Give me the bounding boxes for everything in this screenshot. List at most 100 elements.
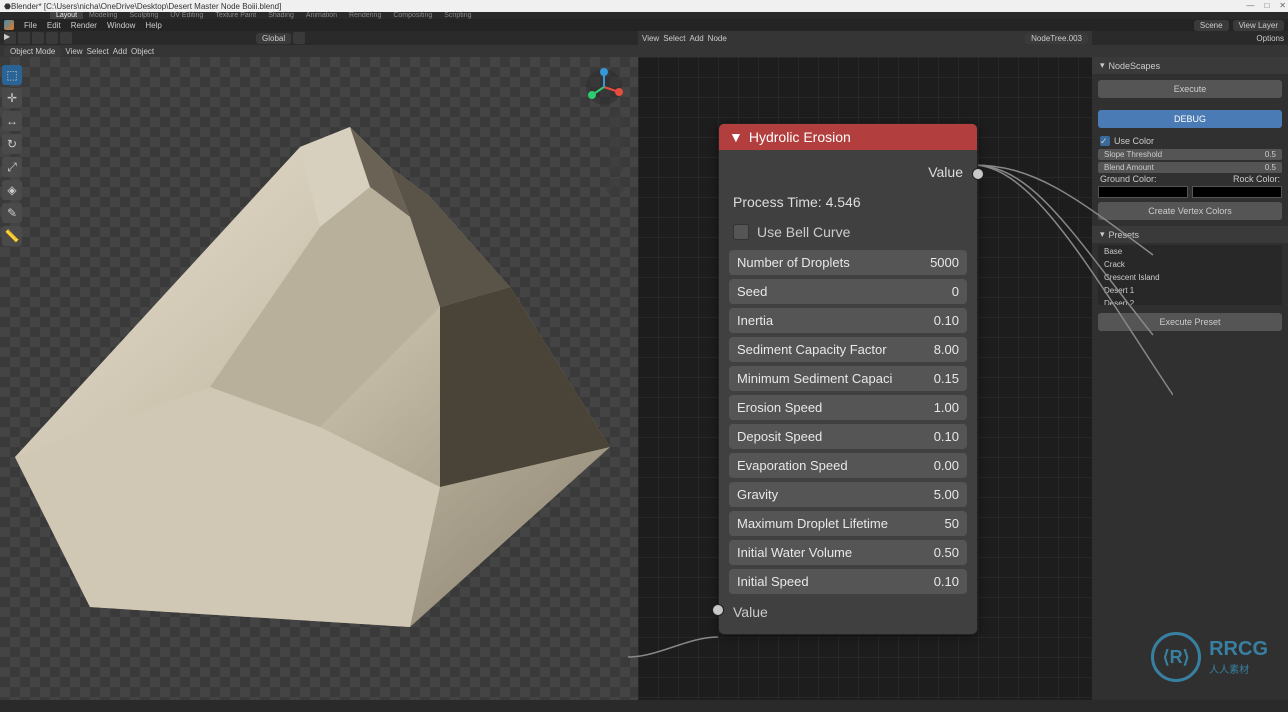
- checkbox-icon[interactable]: [733, 224, 749, 240]
- panel-header-nodescapes[interactable]: ▾ NodeScapes: [1092, 57, 1288, 74]
- window-title: Blender* [C:\Users\nicha\OneDrive\Deskto…: [11, 2, 281, 11]
- tool-btn-2[interactable]: [18, 32, 30, 44]
- perspective-icon[interactable]: [606, 178, 624, 196]
- chevron-down-icon: ▼: [729, 129, 743, 145]
- pan-icon[interactable]: [606, 134, 624, 152]
- input-socket[interactable]: [712, 604, 724, 616]
- rock-color-swatch[interactable]: [1192, 186, 1282, 198]
- chevron-down-icon: ▾: [1100, 60, 1105, 71]
- workspace-tab-texturepaint[interactable]: Texture Paint: [209, 12, 262, 19]
- chevron-down-icon: ▾: [1100, 229, 1105, 240]
- ground-color-swatch[interactable]: [1098, 186, 1188, 198]
- window-titlebar: ⬣ Blender* [C:\Users\nicha\OneDrive\Desk…: [0, 0, 1288, 12]
- tool-btn-5[interactable]: [60, 32, 72, 44]
- preset-base[interactable]: Base: [1098, 245, 1282, 258]
- menubar: File Edit Render Window Help Scene View …: [0, 19, 1288, 31]
- node-menu-view[interactable]: View: [642, 34, 659, 43]
- param-erosion-speed[interactable]: Erosion Speed1.00: [729, 395, 967, 420]
- navigation-gizmo[interactable]: [584, 67, 624, 107]
- tool-btn-3[interactable]: [32, 32, 44, 44]
- workspace-tab-sculpting[interactable]: Sculpting: [123, 12, 164, 19]
- watermark-sub: 人人素材: [1209, 661, 1268, 676]
- rock-color-label: Rock Color:: [1233, 174, 1280, 184]
- viewport-menu-view[interactable]: View: [65, 47, 82, 56]
- preset-list[interactable]: Base Crack Crescent Island Desert 1 Dese…: [1098, 245, 1282, 305]
- workspace-tab-modeling[interactable]: Modeling: [83, 12, 123, 19]
- output-socket[interactable]: [972, 168, 984, 180]
- workspace-tab-scripting[interactable]: Scripting: [438, 12, 477, 19]
- checkbox-icon[interactable]: ✓: [1100, 136, 1110, 146]
- snap-icon[interactable]: [293, 32, 305, 44]
- param-deposit-speed[interactable]: Deposit Speed0.10: [729, 424, 967, 449]
- select-tool[interactable]: ⬚: [2, 65, 22, 85]
- mode-select[interactable]: Object Mode: [4, 46, 61, 57]
- node-wire-in: [628, 627, 728, 667]
- slope-threshold-slider[interactable]: Slope Threshold0.5: [1098, 149, 1282, 160]
- viewport-menu-select[interactable]: Select: [87, 47, 109, 56]
- preset-crack[interactable]: Crack: [1098, 258, 1282, 271]
- node-title[interactable]: ▼ Hydrolic Erosion: [719, 124, 977, 150]
- node-input-value: Value: [719, 598, 977, 626]
- param-min-sediment[interactable]: Minimum Sediment Capaci0.15: [729, 366, 967, 391]
- ground-color-label: Ground Color:: [1100, 174, 1157, 184]
- orientation-select[interactable]: Global: [256, 33, 291, 44]
- node-menu-node[interactable]: Node: [708, 34, 727, 43]
- node-hydrolic-erosion[interactable]: ▼ Hydrolic Erosion Value Process Time: 4…: [718, 123, 978, 635]
- cursor-tool-icon[interactable]: ▶: [4, 32, 16, 44]
- use-bell-curve-check[interactable]: Use Bell Curve: [719, 218, 977, 246]
- zoom-icon[interactable]: [606, 112, 624, 130]
- maximize-button[interactable]: □: [1264, 1, 1269, 10]
- workspace-tab-rendering[interactable]: Rendering: [343, 12, 387, 19]
- param-inertia[interactable]: Inertia0.10: [729, 308, 967, 333]
- param-gravity[interactable]: Gravity5.00: [729, 482, 967, 507]
- workspace-tab-shading[interactable]: Shading: [262, 12, 300, 19]
- param-seed[interactable]: Seed0: [729, 279, 967, 304]
- nodetree-selector[interactable]: NodeTree.003: [1025, 33, 1088, 44]
- param-sediment-capacity[interactable]: Sediment Capacity Factor8.00: [729, 337, 967, 362]
- close-button[interactable]: ✕: [1279, 1, 1286, 10]
- blender-icon: ⬣: [4, 2, 11, 11]
- menu-file[interactable]: File: [20, 21, 41, 30]
- param-initial-speed[interactable]: Initial Speed0.10: [729, 569, 967, 594]
- workspace-tab-animation[interactable]: Animation: [300, 12, 343, 19]
- cursor-tool[interactable]: ✛: [2, 88, 22, 108]
- workspace-tabs: Layout Modeling Sculpting UV Editing Tex…: [0, 12, 1288, 19]
- terrain-mesh: [10, 107, 620, 647]
- statusbar: [0, 700, 1288, 712]
- menu-edit[interactable]: Edit: [43, 21, 65, 30]
- blend-amount-slider[interactable]: Blend Amount0.5: [1098, 162, 1282, 173]
- param-droplets[interactable]: Number of Droplets5000: [729, 250, 967, 275]
- param-max-lifetime[interactable]: Maximum Droplet Lifetime50: [729, 511, 967, 536]
- debug-button[interactable]: DEBUG: [1098, 110, 1282, 128]
- tool-btn-4[interactable]: [46, 32, 58, 44]
- execute-button[interactable]: Execute: [1098, 80, 1282, 98]
- create-vertex-colors-button[interactable]: Create Vertex Colors: [1098, 202, 1282, 220]
- use-color-check[interactable]: ✓ Use Color: [1092, 134, 1288, 148]
- param-evaporation-speed[interactable]: Evaporation Speed0.00: [729, 453, 967, 478]
- execute-preset-button[interactable]: Execute Preset: [1098, 313, 1282, 331]
- preset-crescent[interactable]: Crescent Island: [1098, 271, 1282, 284]
- node-output-value: Value: [719, 158, 977, 186]
- menu-help[interactable]: Help: [141, 21, 165, 30]
- menu-render[interactable]: Render: [67, 21, 101, 30]
- 3d-viewport[interactable]: ⬚ ✛ ↔ ↻ ⤢ ◈ ✎ 📏: [0, 57, 638, 712]
- viewlayer-selector[interactable]: View Layer: [1233, 20, 1284, 31]
- viewport-menu-add[interactable]: Add: [113, 47, 127, 56]
- workspace-tab-uvediting[interactable]: UV Editing: [164, 12, 209, 19]
- panel-header-presets[interactable]: ▾ Presets: [1092, 226, 1288, 243]
- node-editor[interactable]: View Select Add Node NodeTree.003 ▼ Hydr…: [638, 57, 1092, 712]
- node-menu-select[interactable]: Select: [663, 34, 685, 43]
- workspace-tab-layout[interactable]: Layout: [50, 12, 83, 19]
- workspace-tab-compositing[interactable]: Compositing: [387, 12, 438, 19]
- camera-icon[interactable]: [606, 156, 624, 174]
- options-dropdown[interactable]: Options: [1256, 34, 1284, 43]
- viewport-menu-object[interactable]: Object: [131, 47, 154, 56]
- menu-window[interactable]: Window: [103, 21, 139, 30]
- scene-selector[interactable]: Scene: [1194, 20, 1229, 31]
- preset-desert2[interactable]: Desert 2: [1098, 297, 1282, 305]
- watermark-logo-icon: ⟨R⟩: [1151, 632, 1201, 682]
- param-water-volume[interactable]: Initial Water Volume0.50: [729, 540, 967, 565]
- node-menu-add[interactable]: Add: [689, 34, 703, 43]
- minimize-button[interactable]: —: [1246, 1, 1254, 10]
- preset-desert1[interactable]: Desert 1: [1098, 284, 1282, 297]
